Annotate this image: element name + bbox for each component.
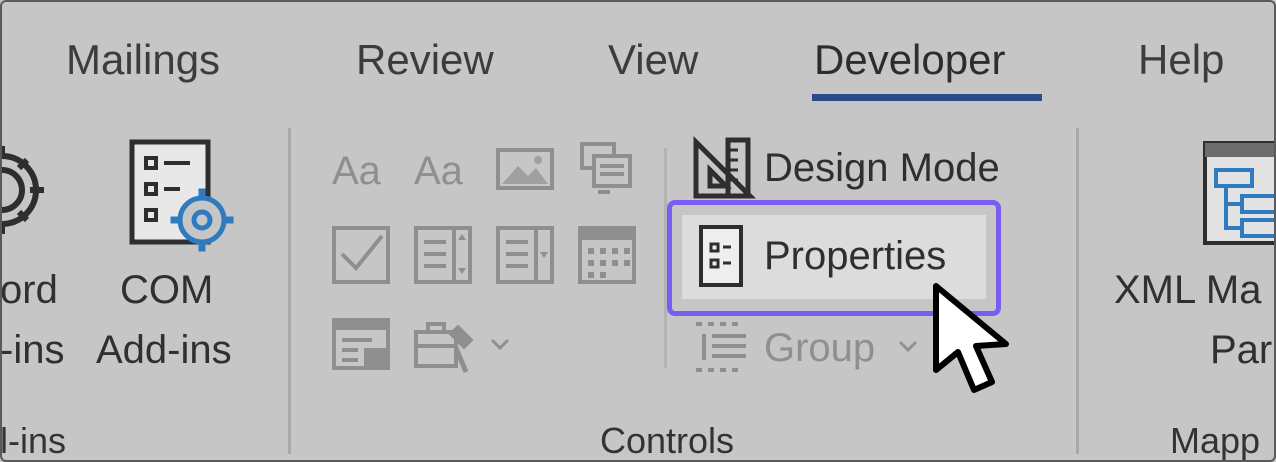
tab-review[interactable]: Review <box>356 36 494 84</box>
group-separator <box>288 128 291 454</box>
svg-text:Aa: Aa <box>332 149 382 193</box>
plain-text-content-control-icon[interactable]: Aa <box>414 148 476 193</box>
check-box-content-control-icon[interactable] <box>332 226 392 286</box>
legacy-tools-icon[interactable] <box>414 318 478 374</box>
mouse-cursor-icon <box>933 283 1009 393</box>
drop-down-list-content-control-icon[interactable] <box>496 226 556 286</box>
group-separator-mapping <box>1076 128 1079 454</box>
addins-group-label: l-ins <box>0 420 67 461</box>
mapping-group-label: Mapp <box>1170 420 1261 461</box>
word-addins-label-line2[interactable]: -ins <box>2 328 64 373</box>
xml-mapping-label-line1[interactable]: XML Ma <box>1114 268 1261 313</box>
properties-icon[interactable] <box>698 224 746 290</box>
tab-mailings[interactable]: Mailings <box>66 36 220 84</box>
svg-text:Aa: Aa <box>414 149 464 193</box>
properties-button[interactable]: Properties <box>764 234 946 279</box>
group-button[interactable]: Group <box>764 326 875 371</box>
word-addins-label-line1[interactable]: ord <box>2 268 58 313</box>
xml-mapping-pane-icon[interactable] <box>1202 140 1276 250</box>
active-tab-indicator <box>812 94 1042 101</box>
legacy-form-icon[interactable] <box>332 318 394 374</box>
com-addins-label-line2[interactable]: Add-ins <box>96 328 232 373</box>
controls-group-label: Controls <box>600 420 735 461</box>
combo-box-content-control-icon[interactable] <box>414 226 474 286</box>
com-addins-icon[interactable] <box>128 139 238 255</box>
chevron-down-icon[interactable] <box>488 334 514 354</box>
tab-help[interactable]: Help <box>1138 36 1224 84</box>
com-addins-label-line1[interactable]: COM <box>120 268 213 313</box>
building-block-gallery-icon[interactable] <box>580 142 636 196</box>
rich-text-content-control-icon[interactable]: Aa <box>332 148 394 193</box>
date-picker-content-control-icon[interactable] <box>578 226 638 286</box>
design-mode-icon[interactable] <box>692 135 757 200</box>
ribbon-frame: Mailings Review View Developer Help ord … <box>0 0 1276 462</box>
gear-icon <box>2 146 44 234</box>
picture-content-control-icon[interactable] <box>496 148 556 192</box>
group-icon[interactable] <box>692 318 754 376</box>
xml-mapping-label-line2[interactable]: Par <box>1210 328 1272 373</box>
group-dropdown-chevron-icon[interactable] <box>896 336 922 356</box>
design-mode-button[interactable]: Design Mode <box>764 146 1000 191</box>
tab-developer[interactable]: Developer <box>814 36 1005 84</box>
tab-view[interactable]: View <box>608 36 698 84</box>
